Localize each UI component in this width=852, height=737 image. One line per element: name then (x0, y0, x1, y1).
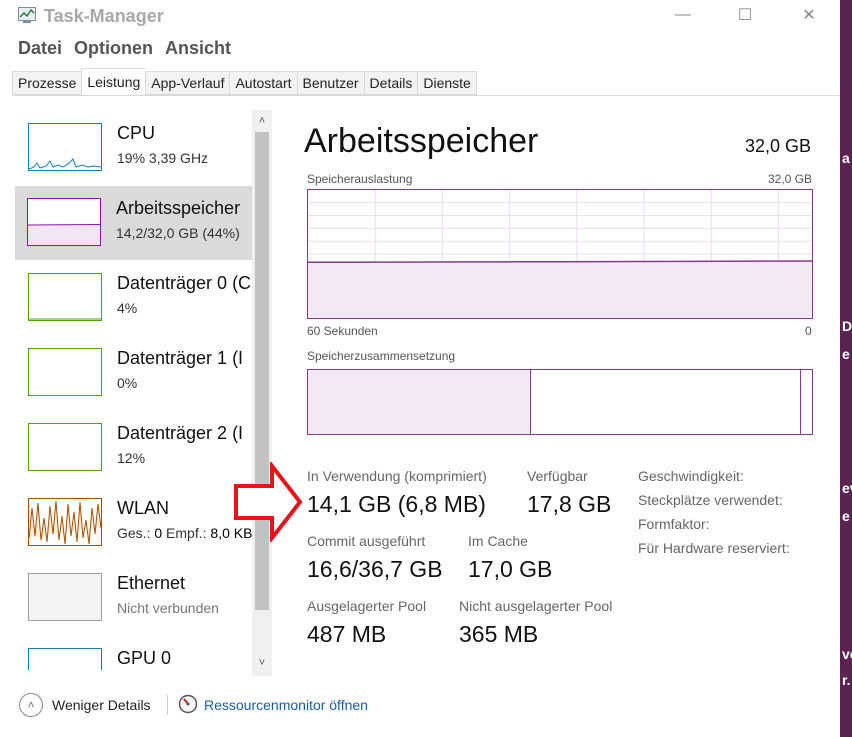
disk-thumbnail-graph (28, 273, 102, 321)
composition-in-use-segment (308, 370, 531, 434)
sidebar-item-memory[interactable]: Arbeitsspeicher 14,2/32,0 GB (44%) (15, 186, 252, 260)
memory-composition-bar (307, 369, 813, 435)
desktop-text-fragment: a (842, 150, 850, 166)
nonpaged-pool-value: 365 MB (459, 621, 539, 647)
sidebar-item-ethernet[interactable]: Ethernet Nicht verbunden (16, 561, 252, 635)
composition-modified-divider (800, 370, 801, 434)
committed-value: 16,6/36,7 GB (307, 556, 443, 582)
memory-usage-graph (307, 189, 813, 319)
resource-monitor-icon[interactable] (178, 694, 198, 714)
tab-app-verlauf[interactable]: App-Verlauf (145, 71, 230, 95)
page-title: Arbeitsspeicher (304, 122, 539, 160)
sidebar-item-subtext: 12% (117, 450, 146, 466)
paged-pool-value: 487 MB (307, 621, 387, 647)
menu-bar: Datei Optionen Ansicht (0, 38, 237, 64)
sidebar-item-gpu[interactable]: GPU 0 (16, 636, 252, 670)
desktop-background (840, 0, 852, 737)
tab-leistung[interactable]: Leistung (81, 68, 146, 95)
sidebar-item-disk-0[interactable]: Datenträger 0 (C 4% (16, 261, 252, 335)
red-arrow-annotation (234, 462, 303, 542)
wlan-send-value: 0 (154, 525, 163, 541)
sidebar-item-disk-1[interactable]: Datenträger 1 (I 0% (16, 336, 252, 410)
sidebar-item-label: Datenträger 0 (C (117, 273, 252, 293)
hw-reserved-label: Für Hardware reserviert: (638, 540, 790, 556)
tab-details[interactable]: Details (363, 71, 418, 95)
cpu-thumbnail-graph (28, 123, 102, 171)
cached-label: Im Cache (468, 533, 528, 549)
wlan-send-label: Ges.: (117, 525, 151, 541)
fewer-details-button[interactable]: Weniger Details (52, 697, 151, 713)
chevron-up-icon[interactable]: ˄ (19, 693, 43, 717)
disk-thumbnail-graph (28, 348, 102, 396)
tab-benutzer[interactable]: Benutzer (296, 71, 364, 95)
committed-label: Commit ausgeführt (307, 533, 426, 549)
footer-divider (167, 695, 168, 715)
minimize-button[interactable]: — (660, 4, 706, 26)
resource-monitor-link[interactable]: Ressourcenmonitor öffnen (204, 697, 368, 713)
in-use-label: In Verwendung (komprimiert) (307, 468, 487, 484)
paged-pool-label: Ausgelagerter Pool (307, 598, 427, 614)
desktop-text-fragment: e (842, 346, 850, 362)
sidebar-item-label: GPU 0 (117, 648, 172, 668)
scroll-up-icon[interactable]: ˄ (255, 114, 269, 128)
scroll-down-icon[interactable]: ˅ (255, 656, 269, 670)
task-manager-window: Task-Manager — ☐ ✕ Datei Optionen Ansich… (0, 0, 840, 737)
ethernet-thumbnail-graph (28, 573, 102, 621)
graph-time-left: 60 Sekunden (307, 324, 378, 338)
disk-thumbnail-graph (28, 423, 102, 471)
desktop-text-fragment: r. (842, 672, 851, 688)
graph-time-right: 0 (805, 324, 812, 338)
resource-list: CPU 19% 3,39 GHz Arbeitsspeicher 14,2/32… (12, 110, 252, 670)
composition-label: Speicherzusammensetzung (307, 349, 456, 363)
sidebar-item-disk-2[interactable]: Datenträger 2 (I 12% (16, 411, 252, 485)
available-value: 17,8 GB (527, 491, 612, 517)
sidebar-item-label: Ethernet (117, 573, 186, 593)
sidebar-item-subtext: 4% (117, 300, 138, 316)
maximize-button[interactable]: ☐ (722, 4, 768, 26)
usage-graph-max: 32,0 GB (768, 172, 813, 186)
sidebar-item-wlan[interactable]: WLAN Ges.: 0 Empf.: 8,0 KB (16, 486, 252, 560)
tab-strip: Prozesse Leistung App-Verlauf Autostart … (12, 68, 477, 95)
sidebar-item-subtext: Nicht verbunden (117, 600, 219, 616)
sidebar-scrollbar[interactable]: ˄ ˅ (252, 110, 272, 676)
memory-total: 32,0 GB (745, 136, 812, 156)
window-title: Task-Manager (44, 6, 164, 26)
desktop-text-fragment: ev (842, 480, 852, 496)
title-bar[interactable]: Task-Manager — ☐ ✕ (0, 0, 840, 34)
cached-value: 17,0 GB (468, 556, 553, 582)
usage-graph-label: Speicherauslastung (307, 172, 413, 186)
tab-dienste[interactable]: Dienste (417, 71, 477, 95)
tab-autostart[interactable]: Autostart (229, 71, 297, 95)
sidebar-item-label: Datenträger 1 (I (117, 348, 244, 368)
form-factor-label: Formfaktor: (638, 516, 710, 532)
sidebar-item-label: Datenträger 2 (I (117, 423, 244, 443)
menu-datei[interactable]: Datei (0, 38, 68, 64)
in-use-value: 14,1 GB (6,8 MB) (307, 491, 486, 517)
desktop-text-fragment: D (842, 318, 852, 334)
nonpaged-pool-label: Nicht ausgelagerter Pool (459, 598, 613, 614)
sidebar-item-label: WLAN (117, 498, 170, 518)
memory-thumbnail-graph (27, 198, 101, 246)
tab-prozesse[interactable]: Prozesse (12, 71, 82, 95)
menu-optionen[interactable]: Optionen (68, 38, 159, 64)
sidebar-item-label: CPU (117, 123, 156, 143)
slots-label: Steckplätze verwendet: (638, 492, 783, 508)
available-label: Verfügbar (527, 468, 588, 484)
sidebar-item-subtext: 0% (117, 375, 138, 391)
wlan-recv-label: Empf.: (166, 525, 207, 541)
menu-ansicht[interactable]: Ansicht (159, 38, 237, 64)
tab-divider (12, 95, 840, 96)
close-button[interactable]: ✕ (786, 4, 832, 26)
task-manager-icon (18, 7, 36, 23)
footer-bar: ˄ Weniger Details Ressourcenmonitor öffn… (0, 688, 840, 724)
speed-label: Geschwindigkeit: (638, 468, 744, 484)
sidebar-item-cpu[interactable]: CPU 19% 3,39 GHz (16, 111, 252, 185)
desktop-text-fragment: e (842, 508, 850, 524)
sidebar-item-subtext: 19% 3,39 GHz (117, 150, 209, 166)
gpu-thumbnail-graph (28, 648, 102, 670)
sidebar-item-subtext: 14,2/32,0 GB (44%) (116, 225, 240, 241)
wlan-thumbnail-graph (28, 498, 102, 546)
sidebar-item-label: Arbeitsspeicher (116, 198, 241, 218)
desktop-text-fragment: vo (842, 646, 852, 662)
